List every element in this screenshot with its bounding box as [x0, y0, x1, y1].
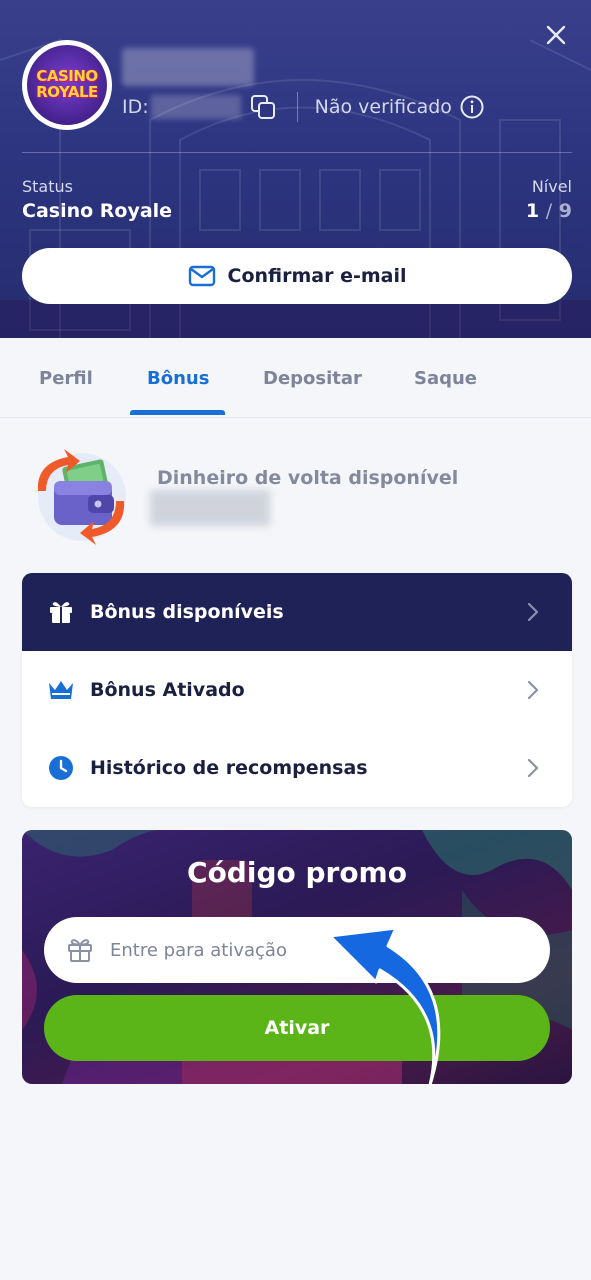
profile-header: CASINO ROYALE ID: Não verificado Status …	[0, 0, 591, 338]
menu-item-label: Histórico de recompensas	[90, 757, 368, 779]
gift-icon	[48, 599, 74, 625]
status-label: Status	[22, 177, 73, 196]
chevron-right-icon	[524, 679, 542, 701]
clock-icon	[48, 755, 74, 781]
cashback-amount-redacted	[150, 490, 270, 526]
promo-code-card: Código promo Ativar	[22, 830, 572, 1084]
id-divider	[296, 92, 298, 122]
level-value: 1 / 9	[526, 200, 572, 222]
gift-outline-icon	[66, 936, 94, 964]
menu-item-rewards-history[interactable]: Histórico de recompensas	[22, 729, 572, 807]
chevron-right-icon	[524, 601, 542, 623]
info-icon	[460, 95, 484, 119]
activate-button[interactable]: Ativar	[44, 995, 550, 1061]
casino-royale-logo: CASINO ROYALE	[27, 45, 107, 125]
logo-text-line1: CASINO	[36, 67, 98, 86]
tab-perfil[interactable]: Perfil	[39, 368, 93, 389]
menu-item-label: Bônus disponíveis	[90, 601, 284, 623]
logo-text-line2: ROYALE	[36, 83, 98, 102]
level-separator: /	[545, 200, 553, 222]
tab-depositar[interactable]: Depositar	[263, 368, 362, 389]
tab-saque[interactable]: Saque	[414, 368, 477, 389]
active-tab-indicator	[130, 410, 225, 415]
avatar: CASINO ROYALE	[22, 40, 112, 130]
bonus-menu: Bônus disponíveis Bônus Ativado Históric…	[22, 573, 572, 807]
header-divider	[22, 152, 572, 153]
user-id-redacted	[150, 95, 241, 119]
tab-bonus[interactable]: Bônus	[147, 368, 209, 389]
close-button[interactable]	[541, 20, 571, 50]
status-value: Casino Royale	[22, 200, 173, 222]
chevron-right-icon	[524, 757, 542, 779]
menu-item-available-bonuses[interactable]: Bônus disponíveis	[22, 573, 572, 651]
level-max: 9	[558, 200, 572, 222]
menu-item-label: Bônus Ativado	[90, 679, 245, 701]
id-label: ID:	[122, 96, 149, 118]
close-icon	[546, 25, 566, 45]
confirm-email-button[interactable]: Confirmar e-mail	[22, 248, 572, 304]
copy-icon	[250, 95, 275, 119]
menu-item-activated-bonus[interactable]: Bônus Ativado	[22, 651, 572, 729]
verification-status-text: Não verificado	[314, 96, 452, 118]
username-redacted	[122, 48, 254, 86]
copy-id-button[interactable]	[249, 93, 277, 121]
promo-title: Código promo	[187, 856, 407, 889]
promo-code-field[interactable]	[44, 917, 550, 983]
verification-status[interactable]: Não verificado	[315, 95, 484, 119]
promo-code-input[interactable]	[110, 917, 530, 983]
level-current: 1	[525, 200, 540, 222]
profile-tabs: Perfil Bônus Depositar Saque	[0, 338, 591, 418]
mail-icon	[188, 262, 216, 290]
confirm-email-label: Confirmar e-mail	[227, 265, 407, 287]
wallet-cashback-icon	[28, 443, 132, 547]
cashback-label: Dinheiro de volta disponível	[157, 467, 459, 489]
user-id-row: ID: Não verificado	[122, 92, 484, 122]
level-label: Nível	[531, 177, 572, 196]
crown-icon	[48, 677, 74, 703]
